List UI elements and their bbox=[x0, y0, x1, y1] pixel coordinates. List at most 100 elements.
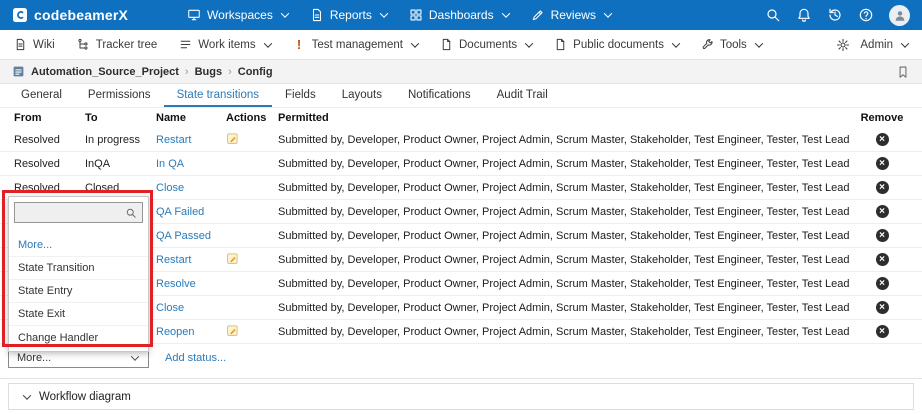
transition-name-link[interactable]: Close bbox=[156, 302, 184, 314]
transition-name-link[interactable]: Resolve bbox=[156, 278, 196, 290]
dropdown-option-state-exit[interactable]: State Exit bbox=[9, 303, 148, 326]
remove-icon[interactable]: × bbox=[876, 277, 889, 290]
remove-icon[interactable]: × bbox=[876, 205, 889, 218]
add-status-link[interactable]: Add status... bbox=[165, 352, 226, 364]
toolbar-item-public-documents[interactable]: Public documents bbox=[554, 38, 679, 51]
transition-name-link[interactable]: In QA bbox=[156, 158, 184, 170]
chevron-down-icon bbox=[755, 39, 763, 47]
nav-dashboards[interactable]: Dashboards bbox=[398, 0, 520, 30]
history-icon[interactable] bbox=[827, 7, 843, 23]
search-icon[interactable] bbox=[765, 7, 781, 23]
transition-name-link[interactable]: Restart bbox=[156, 134, 191, 146]
bookmark-icon[interactable] bbox=[896, 65, 910, 79]
tab-general[interactable]: General bbox=[8, 84, 75, 107]
doc-icon bbox=[554, 38, 567, 51]
col-header-to: To bbox=[85, 112, 156, 124]
reviews-icon bbox=[531, 8, 545, 22]
tab-state-transitions[interactable]: State transitions bbox=[164, 84, 272, 107]
permitted-cell: Submitted by, Developer, Product Owner, … bbox=[278, 326, 850, 338]
toolbar-item-label: Test management bbox=[312, 39, 403, 51]
nav-label: Workspaces bbox=[207, 8, 273, 22]
nav-reports[interactable]: Reports bbox=[299, 0, 398, 30]
nav-reviews[interactable]: Reviews bbox=[520, 0, 622, 30]
chevron-down-icon bbox=[380, 9, 388, 17]
dropdown-option-state-entry[interactable]: State Entry bbox=[9, 280, 148, 303]
workflow-diagram-panel[interactable]: Workflow diagram bbox=[8, 383, 914, 410]
search-icon bbox=[125, 207, 137, 219]
avatar[interactable] bbox=[889, 5, 910, 26]
toolbar-item-wiki[interactable]: Wiki bbox=[14, 38, 55, 51]
remove-icon[interactable]: × bbox=[876, 229, 889, 242]
edit-action-icon[interactable] bbox=[226, 324, 239, 337]
toolbar-item-tracker-tree[interactable]: Tracker tree bbox=[77, 38, 158, 51]
edit-action-icon[interactable] bbox=[226, 252, 239, 265]
toolbar-item-test-management[interactable]: !Test management bbox=[293, 38, 418, 51]
breadcrumb-current: Config bbox=[238, 66, 273, 78]
permitted-cell: Submitted by, Developer, Product Owner, … bbox=[278, 206, 850, 218]
chevron-down-icon bbox=[501, 9, 509, 17]
tab-notifications[interactable]: Notifications bbox=[395, 84, 484, 107]
transition-name-link[interactable]: QA Failed bbox=[156, 206, 204, 218]
tab-fields[interactable]: Fields bbox=[272, 84, 329, 107]
chevron-down-icon bbox=[525, 39, 533, 47]
toolbar-item-work-items[interactable]: Work items bbox=[179, 38, 270, 51]
remove-icon[interactable]: × bbox=[876, 181, 889, 194]
edit-action-icon[interactable] bbox=[226, 132, 239, 145]
breadcrumb-tracker[interactable]: Bugs bbox=[195, 66, 223, 78]
chevron-down-icon bbox=[263, 39, 271, 47]
toolbar-item-documents[interactable]: Documents bbox=[440, 38, 532, 51]
toolbar-item-label: Work items bbox=[198, 39, 255, 51]
tab-audit-trail[interactable]: Audit Trail bbox=[484, 84, 561, 107]
transition-name-link[interactable]: QA Passed bbox=[156, 230, 211, 242]
tab-permissions[interactable]: Permissions bbox=[75, 84, 164, 107]
nav-workspaces[interactable]: Workspaces bbox=[176, 0, 299, 30]
remove-icon[interactable]: × bbox=[876, 157, 889, 170]
permitted-cell: Submitted by, Developer, Product Owner, … bbox=[278, 158, 850, 170]
chevron-down-icon bbox=[281, 9, 289, 17]
gear-icon[interactable] bbox=[836, 38, 850, 52]
remove-icon[interactable]: × bbox=[876, 253, 889, 266]
dropdown-option-state-transition[interactable]: State Transition bbox=[9, 257, 148, 280]
chevron-down-icon bbox=[672, 39, 680, 47]
nav-label: Dashboards bbox=[429, 8, 494, 22]
toolbar-item-label: Tools bbox=[720, 39, 747, 51]
dropdown-search-box bbox=[14, 202, 143, 223]
dropdown-search-input[interactable] bbox=[20, 207, 121, 219]
nav-label: Reports bbox=[330, 8, 372, 22]
remove-icon[interactable]: × bbox=[876, 301, 889, 314]
toolbar-right: Admin bbox=[836, 38, 908, 52]
breadcrumb-bar: Automation_Source_Project › Bugs › Confi… bbox=[0, 60, 922, 84]
app-logo-text: codebeamerX bbox=[34, 7, 128, 23]
top-nav: Workspaces Reports Dashboards Reviews bbox=[176, 0, 622, 30]
admin-menu[interactable]: Admin bbox=[860, 39, 908, 51]
person-icon bbox=[893, 8, 907, 22]
wrench-icon bbox=[701, 38, 714, 51]
chevron-down-icon bbox=[604, 9, 612, 17]
col-header-remove: Remove bbox=[850, 112, 914, 124]
dropdown-option-more[interactable]: More... bbox=[9, 234, 148, 257]
transition-type-dropdown: More...State TransitionState EntryState … bbox=[8, 196, 149, 352]
transition-name-link[interactable]: Restart bbox=[156, 254, 191, 266]
transition-name-link[interactable]: Close bbox=[156, 182, 184, 194]
remove-icon[interactable]: × bbox=[876, 133, 889, 146]
from-cell: Resolved bbox=[14, 182, 85, 194]
from-cell: Resolved bbox=[14, 158, 85, 170]
app-logo[interactable]: codebeamerX bbox=[12, 7, 128, 23]
tab-layouts[interactable]: Layouts bbox=[329, 84, 395, 107]
dropdown-option-change-handler[interactable]: Change Handler bbox=[9, 326, 148, 349]
help-icon[interactable] bbox=[858, 7, 874, 23]
notifications-icon[interactable] bbox=[796, 7, 812, 23]
toolbar-item-label: Documents bbox=[459, 39, 517, 51]
col-header-actions: Actions bbox=[226, 112, 278, 124]
breadcrumb-project[interactable]: Automation_Source_Project bbox=[31, 66, 179, 78]
toolbar-item-tools[interactable]: Tools bbox=[701, 38, 762, 51]
from-cell: Resolved bbox=[14, 134, 85, 146]
toolbar-item-label: Public documents bbox=[573, 39, 664, 51]
transition-name-link[interactable]: Reopen bbox=[156, 326, 195, 338]
table-row: ResolvedIn progressRestartSubmitted by, … bbox=[0, 128, 922, 152]
remove-icon[interactable]: × bbox=[876, 325, 889, 338]
doc-icon bbox=[440, 38, 453, 51]
page-icon bbox=[14, 38, 27, 51]
workflow-diagram-label: Workflow diagram bbox=[39, 391, 131, 403]
tab-bar: GeneralPermissionsState transitionsField… bbox=[0, 84, 922, 108]
